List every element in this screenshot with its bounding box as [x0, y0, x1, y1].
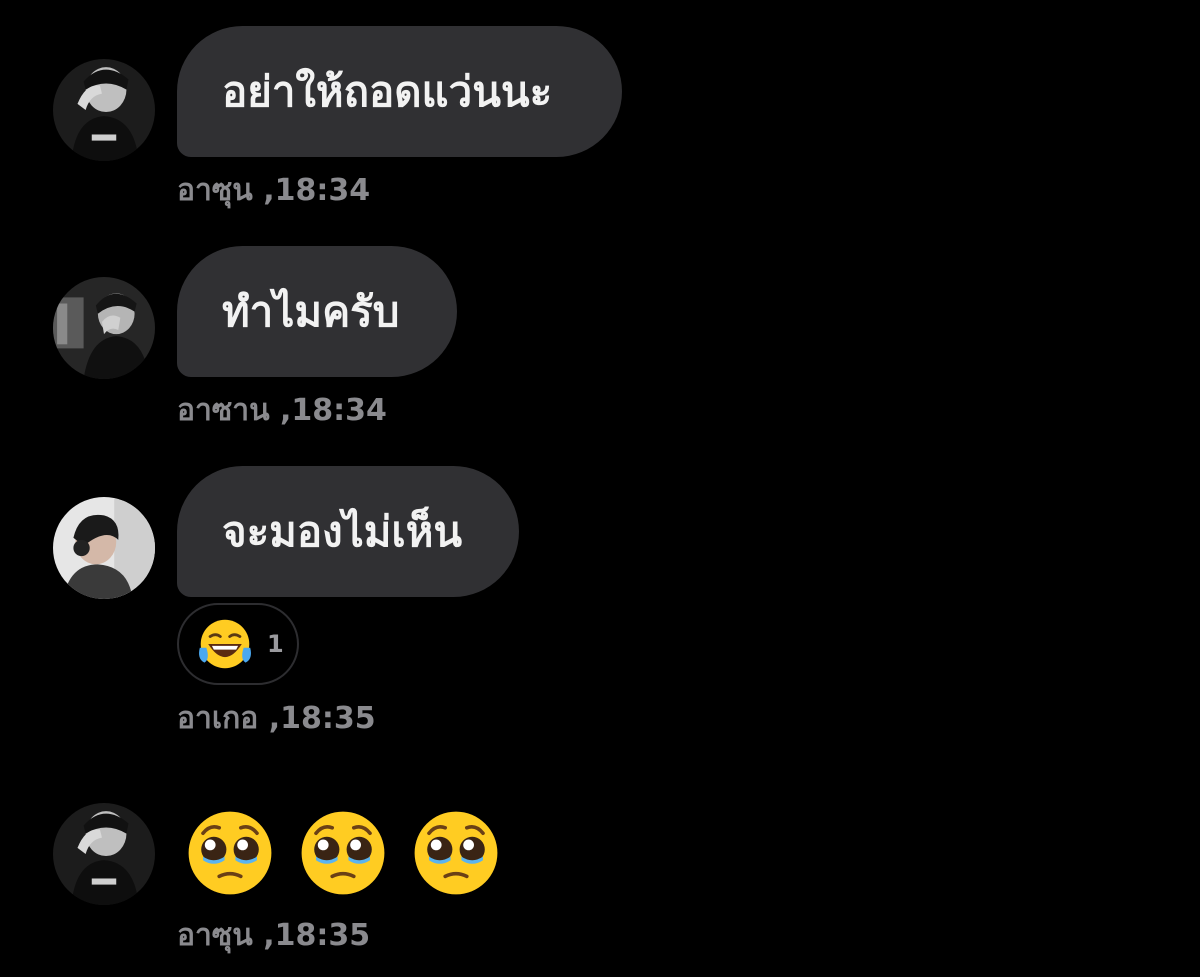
message-meta: อาซุน ,18:35: [177, 918, 370, 954]
sender-name: อาซาน: [177, 393, 270, 428]
pleading-face-emoji-icon: [301, 811, 385, 895]
emoji-message[interactable]: [185, 808, 501, 898]
message-time: ,18:35: [263, 918, 371, 953]
avatar-photo-icon: [53, 59, 155, 161]
avatar-photo-icon: [53, 277, 155, 379]
avatar[interactable]: [53, 277, 155, 379]
message-bubble[interactable]: อย่าให้ถอดแว่นนะ: [177, 26, 622, 157]
sender-name: อาซุน: [177, 173, 253, 208]
message-text: ทำไมครับ: [222, 286, 400, 336]
pleading-face-emoji-icon: [188, 811, 272, 895]
message-bubble[interactable]: จะมองไม่เห็น: [177, 466, 519, 597]
reaction-count: 1: [267, 630, 284, 658]
message-time: ,18:35: [268, 701, 376, 736]
message-text: จะมองไม่เห็น: [222, 506, 463, 556]
message-time: ,18:34: [263, 173, 371, 208]
reaction-pill[interactable]: 1: [177, 603, 299, 685]
avatar-photo-icon: [53, 803, 155, 905]
sender-name: อาซุน: [177, 918, 253, 953]
laughing-tears-emoji-icon: [199, 619, 251, 669]
sender-name: อาเกอ: [177, 701, 259, 736]
avatar[interactable]: [53, 497, 155, 599]
message-meta: อาเกอ ,18:35: [177, 701, 376, 737]
message-time: ,18:34: [280, 393, 387, 428]
avatar-photo-icon: [53, 497, 155, 599]
message-bubble[interactable]: ทำไมครับ: [177, 246, 457, 377]
pleading-face-emoji-icon: [414, 811, 498, 895]
message-text: อย่าให้ถอดแว่นนะ: [222, 66, 553, 116]
avatar[interactable]: [53, 59, 155, 161]
message-meta: อาซุน ,18:34: [177, 173, 370, 209]
avatar[interactable]: [53, 803, 155, 905]
message-meta: อาซาน ,18:34: [177, 393, 387, 429]
